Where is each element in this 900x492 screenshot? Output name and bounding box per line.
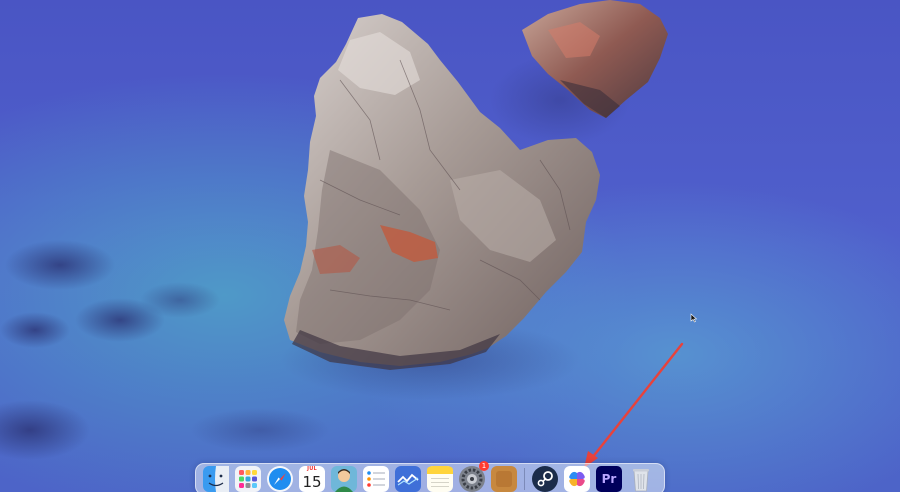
- stocks-icon: [395, 466, 421, 492]
- notes-icon: [427, 466, 453, 492]
- dock-safari[interactable]: [266, 465, 294, 492]
- dock: JUL 15 1 Pr: [195, 461, 665, 492]
- dock-divider: [524, 468, 525, 490]
- dock-reminders[interactable]: [362, 465, 390, 492]
- avatar-app-icon: [331, 466, 357, 492]
- copilot-icon: [564, 466, 590, 492]
- safari-icon: [267, 466, 293, 492]
- dock-app-orange[interactable]: [490, 465, 518, 492]
- premiere-label: Pr: [601, 472, 617, 486]
- dock-copilot[interactable]: [563, 465, 591, 492]
- launchpad-icon: [235, 466, 261, 492]
- dock-trash[interactable]: [627, 465, 655, 492]
- settings-badge: 1: [479, 461, 489, 471]
- steam-icon: [532, 466, 558, 492]
- trash-icon: [633, 469, 649, 492]
- reminders-icon: [363, 466, 389, 492]
- calendar-month: JUL: [307, 466, 317, 472]
- desktop: JUL 15 1 Pr: [0, 0, 900, 492]
- calendar-day: 15: [302, 473, 322, 491]
- orange-app-icon: [491, 466, 517, 492]
- dock-user-app[interactable]: [330, 465, 358, 492]
- dock-launchpad[interactable]: [234, 465, 262, 492]
- dock-notes[interactable]: [426, 465, 454, 492]
- dock-stocks[interactable]: [394, 465, 422, 492]
- dock-calendar[interactable]: JUL 15: [298, 465, 326, 492]
- dock-premiere[interactable]: Pr: [595, 465, 623, 492]
- dock-settings[interactable]: 1: [458, 461, 489, 492]
- dock-steam[interactable]: [531, 465, 559, 492]
- desktop-wallpaper: [0, 0, 900, 492]
- finder-icon: [203, 466, 229, 492]
- dock-finder[interactable]: [202, 465, 230, 492]
- mouse-cursor: [690, 313, 698, 323]
